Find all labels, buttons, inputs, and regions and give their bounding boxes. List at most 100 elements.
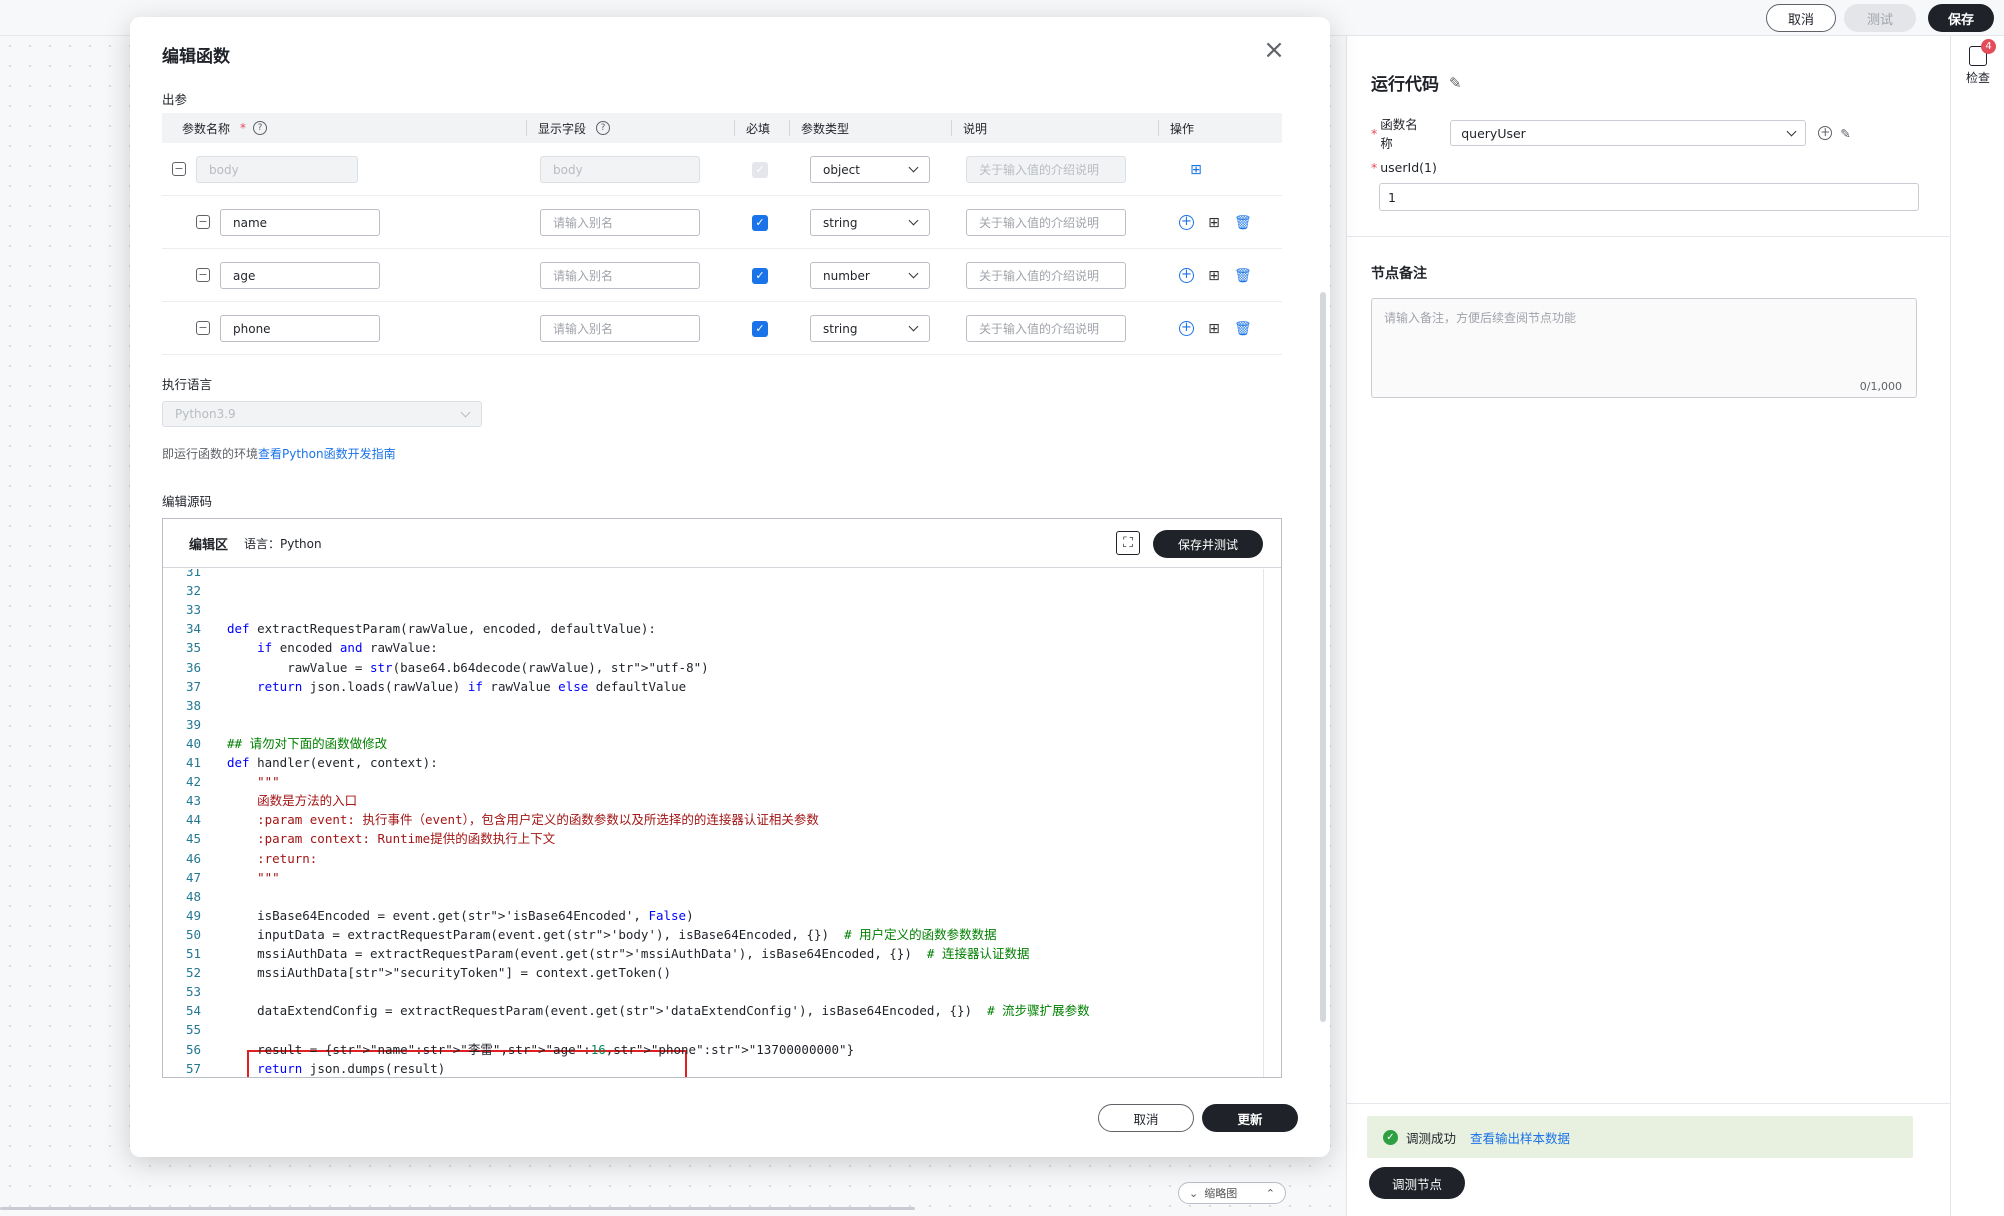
close-icon[interactable]: ×: [1262, 37, 1286, 63]
code-line: 53: [163, 982, 1263, 1001]
help-icon[interactable]: ?: [596, 121, 611, 135]
func-name-select[interactable]: queryUser: [1450, 120, 1807, 146]
cancel-button[interactable]: 取消: [1766, 4, 1836, 32]
code-line: 40 ## 请勿对下面的函数做修改: [163, 734, 1263, 753]
code-text: inputData = extractRequestParam(event.ge…: [227, 926, 997, 942]
test-button[interactable]: 测试: [1844, 4, 1916, 32]
divider: [1347, 1103, 1951, 1104]
code-area[interactable]: 31 32 33 34 def extractRequestParam(rawValue…: [163, 569, 1281, 1077]
canvas-scrollbar[interactable]: [0, 1207, 915, 1210]
trash-icon[interactable]: 🗑: [1234, 268, 1252, 284]
fullscreen-icon[interactable]: ⛶: [1116, 531, 1140, 555]
param-type-value: number: [823, 268, 870, 283]
editor-header: 编辑区 语言：Python ⛶ 保存并测试: [163, 519, 1281, 568]
description-input[interactable]: 关于输入值的介绍说明: [966, 262, 1126, 289]
code-text: mssiAuthData = extractRequestParam(event…: [227, 946, 1030, 961]
table-header: 参数名称 *? 显示字段? 必填 参数类型 说明 操作: [162, 113, 1282, 143]
column-divider: [789, 120, 790, 136]
clipboard-check-icon: 4: [1969, 39, 1996, 66]
code-line: 31: [163, 569, 1263, 581]
code-line: 55: [163, 1020, 1263, 1039]
display-field-input[interactable]: 请输入别名: [540, 262, 700, 289]
save-button[interactable]: 保存: [1928, 4, 1994, 32]
required-mark: *: [240, 121, 247, 135]
trash-icon[interactable]: 🗑: [1234, 321, 1252, 337]
line-number: 53: [185, 984, 201, 1000]
display-field-input[interactable]: 请输入别名: [540, 209, 700, 236]
check-label: 检查: [1965, 71, 1990, 85]
line-number: 40: [185, 735, 201, 751]
line-number: 33: [185, 602, 201, 618]
required-checkbox[interactable]: ✓: [752, 215, 768, 231]
code-line: 52 mssiAuthData[str">"securityToken"] = …: [163, 963, 1263, 982]
userid-input[interactable]: 1: [1379, 183, 1919, 211]
debug-node-button[interactable]: 调测节点: [1369, 1167, 1465, 1199]
edit-icon[interactable]: ✎: [1449, 74, 1462, 92]
collapse-icon[interactable]: −: [196, 215, 210, 229]
code-text: def handler(event, context):: [227, 755, 438, 770]
add-child-icon[interactable]: ⊞: [1206, 268, 1222, 284]
edit-function-dialog: 编辑函数 × 出参 参数名称 *? 显示字段? 必填 参数类型 说明 操作 − b…: [130, 17, 1330, 1157]
add-child-icon[interactable]: ⊞: [1188, 162, 1204, 178]
dialog-cancel-button[interactable]: 取消: [1098, 1104, 1194, 1132]
editor-scrollbar[interactable]: [1263, 569, 1275, 1077]
code-text: return json.dumps(result): [257, 1060, 446, 1076]
collapse-icon[interactable]: −: [196, 268, 210, 282]
param-type-value: string: [823, 321, 858, 336]
debug-success-bar: ✓ 调测成功 查看输出样本数据: [1367, 1116, 1913, 1158]
collapse-icon[interactable]: −: [196, 321, 210, 335]
code-line: 47 """: [163, 868, 1263, 887]
add-child-icon[interactable]: ⊞: [1206, 321, 1222, 337]
collapse-icon[interactable]: −: [172, 162, 186, 176]
header-description: 说明: [963, 121, 988, 136]
node-note-textarea[interactable]: 请输入备注，方便后续查阅节点功能 0/1,000: [1371, 298, 1917, 398]
param-name-input[interactable]: phone: [220, 315, 380, 342]
code-line: 41 def handler(event, context):: [163, 753, 1263, 772]
view-output-sample-link[interactable]: 查看输出样本数据: [1470, 1128, 1570, 1147]
code-text: 函数是方法的入口: [227, 793, 358, 809]
param-type-select[interactable]: string: [810, 209, 930, 236]
code-line: 50 inputData = extractRequestParam(event…: [163, 925, 1263, 944]
required-checkbox[interactable]: ✓: [752, 321, 768, 337]
code-text: isBase64Encoded = event.get(str">'isBase…: [227, 907, 694, 923]
add-circle-icon[interactable]: +: [1179, 321, 1194, 336]
display-field-input[interactable]: 请输入别名: [540, 315, 700, 342]
required-mark: *: [1371, 160, 1378, 175]
userid-label: userId(1): [1380, 160, 1437, 175]
code-text: rawValue = str(base64.b64decode(rawValue…: [227, 659, 709, 675]
add-circle-icon[interactable]: +: [1179, 268, 1194, 283]
minimap-button[interactable]: ⌄ 缩略图 ⌃: [1178, 1182, 1286, 1204]
code-line: 37 return json.loads(rawValue) if rawVal…: [163, 677, 1263, 696]
update-button[interactable]: 更新: [1202, 1104, 1298, 1132]
add-child-icon[interactable]: ⊞: [1206, 215, 1222, 231]
param-name-input[interactable]: name: [220, 209, 380, 236]
line-number: 56: [185, 1041, 201, 1057]
header-label: 参数名称: [182, 121, 231, 136]
note-char-count: 0/1,000: [1859, 380, 1902, 393]
editor-tab[interactable]: 编辑区: [189, 534, 228, 553]
description-input[interactable]: 关于输入值的介绍说明: [966, 315, 1126, 342]
description-input[interactable]: 关于输入值的介绍说明: [966, 209, 1126, 236]
param-type-select[interactable]: number: [810, 262, 930, 289]
out-params-label: 出参: [162, 92, 188, 107]
check-button[interactable]: 4 检查: [1959, 39, 1997, 86]
add-circle-icon[interactable]: +: [1179, 215, 1194, 230]
add-circle-icon[interactable]: +: [1818, 126, 1833, 140]
trash-icon[interactable]: 🗑: [1234, 215, 1252, 231]
chevron-down-icon: ⌄: [1189, 1186, 1199, 1200]
save-and-test-button[interactable]: 保存并测试: [1153, 530, 1263, 558]
help-icon[interactable]: ?: [253, 121, 268, 135]
node-note-title: 节点备注: [1371, 266, 1427, 282]
code-line: 45 :param context: Runtime提供的函数执行上下文: [163, 829, 1263, 848]
param-type-select[interactable]: string: [810, 315, 930, 342]
chevron-down-icon: [908, 321, 919, 332]
param-type-select[interactable]: object: [810, 156, 930, 183]
line-number: 38: [185, 697, 201, 713]
dialog-scrollbar[interactable]: [1320, 292, 1326, 1022]
param-name-input: body: [196, 156, 358, 183]
edit-icon[interactable]: ✎: [1840, 126, 1850, 141]
param-name-input[interactable]: age: [220, 262, 380, 289]
code-editor: 编辑区 语言：Python ⛶ 保存并测试 31 32 33 34 def extrac…: [162, 518, 1282, 1078]
required-checkbox[interactable]: ✓: [752, 268, 768, 284]
python-guide-link[interactable]: 查看Python函数开发指南: [258, 447, 396, 461]
